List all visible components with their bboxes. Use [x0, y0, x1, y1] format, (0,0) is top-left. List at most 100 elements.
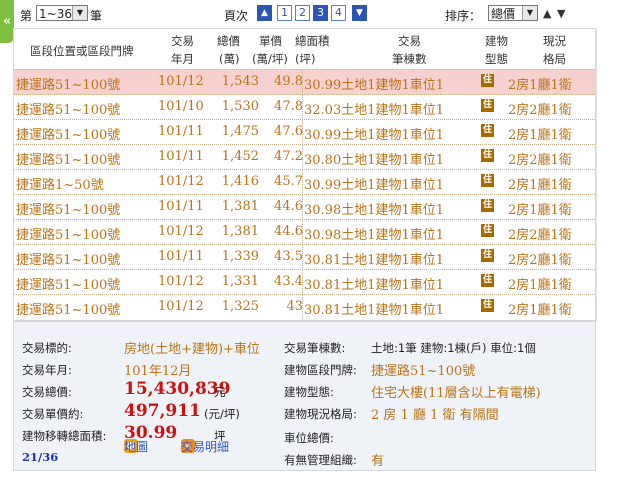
range-select[interactable]: 1~36 ▼: [36, 5, 88, 21]
sort-ascending-icon[interactable]: ▲: [543, 7, 551, 20]
col-type-1[interactable]: 建物: [485, 33, 508, 49]
tx-counts: 土地1建物1車位1: [341, 278, 445, 293]
divider: [302, 245, 303, 270]
divider: [302, 195, 303, 220]
yearmonth-label: 交易年月:: [22, 363, 72, 377]
tx-counts: 土地1建物1車位1: [341, 228, 445, 243]
tx-counts: 土地1建物1車位1: [341, 153, 445, 168]
chevron-down-icon: ▼: [72, 6, 87, 20]
next-page-icon[interactable]: ▼: [352, 5, 367, 21]
cell-address: 捷運路51~100號: [16, 103, 121, 118]
cell-layout: 2房2廳1衛: [508, 253, 572, 268]
area-value: 30.81: [304, 278, 342, 293]
cell-layout: 2房1廳1衛: [508, 203, 572, 218]
cell-total: 1,543: [221, 74, 259, 89]
page-link-3-current[interactable]: 3: [313, 5, 328, 21]
divider: [302, 70, 303, 95]
table-row[interactable]: 捷運路51~100號 101/11 1,339 43.5 30.81土地1建物1…: [14, 244, 595, 270]
sort-descending-icon[interactable]: ▼: [557, 7, 565, 20]
table-row[interactable]: 捷運路1~50號 101/12 1,416 45.7 30.99土地1建物1車位…: [14, 169, 595, 195]
tx-count-value: 土地:1筆 建物:1棟(戶) 車位:1個: [371, 341, 536, 355]
sort-select-value: 總價: [491, 7, 516, 21]
residential-type-icon: 住: [481, 99, 494, 112]
col-layout-1[interactable]: 現況: [543, 33, 566, 49]
sort-select[interactable]: 總價 ▼: [488, 5, 538, 21]
cell-address: 捷運路51~100號: [16, 203, 121, 218]
page-link-4[interactable]: 4: [331, 5, 346, 21]
cell-yearmonth: 101/12: [158, 299, 204, 314]
cell-layout: 2房1廳1衛: [508, 178, 572, 193]
col-tx-1[interactable]: 交易: [398, 33, 421, 49]
table-scrollbar[interactable]: [596, 28, 614, 321]
unit-price-label: 交易單價約:: [22, 407, 84, 421]
cell-address: 捷運路1~50號: [16, 178, 104, 193]
col-yearmonth-1[interactable]: 交易: [171, 33, 194, 49]
divider: [302, 270, 303, 295]
area-value: 30.99: [304, 78, 342, 93]
cell-yearmonth: 101/12: [158, 174, 204, 189]
layout-value: 2 房 1 廳 1 衛 有隔間: [371, 408, 499, 423]
range-prefix-label: 第: [20, 9, 33, 23]
cell-total: 1,325: [221, 299, 259, 314]
cell-area: 30.81土地1建物1車位1: [304, 274, 444, 293]
table-row[interactable]: 捷運路51~100號 101/12 1,381 44.6 30.98土地1建物1…: [14, 219, 595, 245]
col-unit-2[interactable]: (萬/坪): [252, 51, 288, 67]
col-address[interactable]: 區段位置或區段門牌: [30, 43, 134, 59]
table-row[interactable]: 捷運路51~100號 101/11 1,381 44.6 30.98土地1建物1…: [14, 194, 595, 220]
col-area-1[interactable]: 總面積: [295, 33, 330, 49]
cell-area: 30.99土地1建物1車位1: [304, 174, 444, 193]
total-price-label: 交易總價:: [22, 385, 72, 399]
prev-page-icon[interactable]: ▲: [257, 5, 272, 21]
cell-yearmonth: 101/10: [158, 99, 204, 114]
unit-price-unit: (元/坪): [204, 407, 240, 421]
cell-layout: 2房1廳1衛: [508, 278, 572, 293]
cell-unit-price: 47.8: [274, 99, 303, 114]
record-index: 21/36: [22, 450, 59, 464]
building-type-value: 住宅大樓(11層含以上有電梯): [371, 386, 541, 401]
cell-layout: 2房1廳1衛: [508, 78, 572, 93]
table-row[interactable]: 捷運路51~100號 101/11 1,475 47.6 30.99土地1建物1…: [14, 119, 595, 145]
residential-type-icon: 住: [481, 174, 494, 187]
col-type-2[interactable]: 型態: [485, 51, 508, 67]
sort-label: 排序：: [445, 9, 482, 23]
target-value: 房地(土地+建物)+車位: [124, 342, 260, 357]
area-label: 建物移轉總面積:: [22, 429, 107, 443]
toolbar: 第 1~36 ▼ 筆 頁次 ▲ 1 2 3 4 ▼ 排序： 總價 ▼ ▲ ▼: [14, 0, 619, 28]
transaction-detail-label: 交易明細: [181, 439, 230, 454]
collapse-sidebar-tab[interactable]: «: [0, 0, 14, 43]
cell-address: 捷運路51~100號: [16, 228, 121, 243]
target-label: 交易標的:: [22, 341, 72, 355]
parking-price-label: 車位總價:: [284, 431, 334, 445]
page-link-1[interactable]: 1: [277, 5, 292, 21]
cell-unit-price: 43: [286, 299, 303, 314]
col-area-2[interactable]: (坪): [295, 51, 315, 67]
tx-counts: 土地1建物1車位1: [341, 303, 445, 318]
table-row[interactable]: 捷運路51~100號 101/12 1,325 43 30.81土地1建物1車位…: [14, 294, 595, 320]
cell-address: 捷運路51~100號: [16, 128, 121, 143]
cell-unit-price: 44.6: [274, 224, 303, 239]
unit-price-value: 497,911: [124, 401, 201, 421]
cell-total: 1,339: [221, 249, 259, 264]
col-tx-2[interactable]: 筆棟數: [392, 51, 427, 67]
tx-counts: 土地1建物1車位1: [341, 78, 445, 93]
residential-type-icon: 住: [481, 224, 494, 237]
divider: [302, 220, 303, 245]
cell-address: 捷運路51~100號: [16, 303, 121, 318]
col-unit-1[interactable]: 單價: [259, 33, 282, 49]
col-total-2[interactable]: (萬): [219, 51, 239, 67]
pager-label: 頁次: [224, 9, 249, 23]
cell-total: 1,381: [221, 224, 259, 239]
cell-address: 捷運路51~100號: [16, 253, 121, 268]
cell-area: 30.80土地1建物1車位1: [304, 149, 444, 168]
cell-unit-price: 44.6: [274, 199, 303, 214]
table-row[interactable]: 捷運路51~100號 101/10 1,530 47.8 32.03土地1建物1…: [14, 94, 595, 120]
page-link-2[interactable]: 2: [295, 5, 310, 21]
table-row[interactable]: 捷運路51~100號 101/11 1,452 47.2 30.80土地1建物1…: [14, 144, 595, 170]
cell-area: 30.99土地1建物1車位1: [304, 124, 444, 143]
table-row[interactable]: 捷運路51~100號 101/12 1,543 49.8 30.99土地1建物1…: [14, 69, 595, 95]
residential-type-icon: 住: [481, 299, 494, 312]
col-layout-2[interactable]: 格局: [543, 51, 566, 67]
table-row[interactable]: 捷運路51~100號 101/12 1,331 43.4 30.81土地1建物1…: [14, 269, 595, 295]
col-yearmonth-2[interactable]: 年月: [171, 51, 194, 67]
col-total-1[interactable]: 總價: [217, 33, 240, 49]
